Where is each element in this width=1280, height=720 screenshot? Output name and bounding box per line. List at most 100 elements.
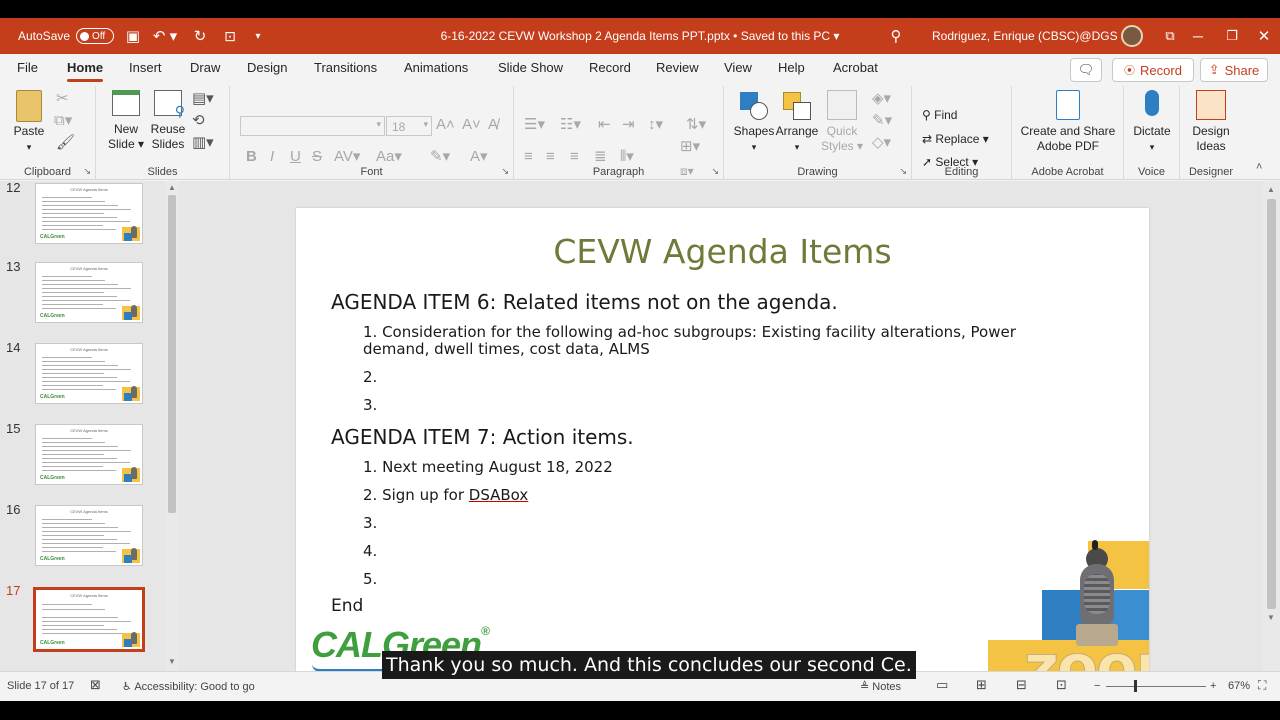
line-spacing-icon[interactable]: ↕▾ [648,116,663,134]
collapse-ribbon-icon[interactable]: ˄ [1256,158,1262,176]
autosave-toggle[interactable]: Off [76,28,115,44]
close-icon[interactable]: ✕ [1254,18,1274,54]
slide-thumbnail-13[interactable]: CEVW Agenda Items CALGreen [35,262,143,323]
tab-record[interactable]: Record [589,60,631,75]
item7-list-4[interactable]: 4. [363,543,377,560]
italic-button[interactable]: I [270,148,274,166]
scroll-down-icon[interactable]: ▼ [168,657,176,666]
fit-slide-icon[interactable]: ⛶ [1258,678,1266,693]
font-color-icon[interactable]: A▾ [470,148,488,166]
spelling-icon[interactable]: ⊠ [90,677,101,693]
tab-insert[interactable]: Insert [129,60,162,75]
tab-file[interactable]: File [17,60,38,75]
autosave-control[interactable]: AutoSave Off [18,18,115,54]
underline-button[interactable]: U [290,148,301,166]
thumbnails-scroll-thumb[interactable] [168,195,176,513]
align-right-icon[interactable]: ≡ [570,148,579,166]
strikethrough-button[interactable]: S [312,148,322,166]
bold-button[interactable]: B [246,148,257,166]
record-button[interactable]: ⦿ Record [1112,58,1194,82]
item7-list-1[interactable]: 1. Next meeting August 18, 2022 [363,459,613,476]
drawing-launcher-icon[interactable]: ↘ [899,166,907,177]
zoom-level[interactable]: 67% [1228,680,1250,692]
zoom-out-icon[interactable]: − [1094,680,1100,692]
tab-animations[interactable]: Animations [404,60,468,75]
accessibility-status[interactable]: ♿ Accessibility: Good to go [122,680,255,693]
font-launcher-icon[interactable]: ↘ [501,166,509,177]
reading-view-icon[interactable]: ⊟ [1016,677,1027,693]
item6-list-3[interactable]: 3. [363,397,377,414]
minimize-icon[interactable]: ─ [1188,18,1208,54]
format-painter-icon[interactable]: 🖌 [56,134,75,152]
agenda-item-6-heading[interactable]: AGENDA ITEM 6: Related items not on the … [331,290,838,314]
dictate-button[interactable]: Dictate ▾ [1128,90,1176,155]
restore-icon[interactable]: ❐ [1222,18,1242,54]
clipboard-launcher-icon[interactable]: ↘ [83,166,91,177]
save-icon[interactable]: ▣ [124,18,142,54]
normal-view-icon[interactable]: ▭ [936,677,948,693]
zoom-in-icon[interactable]: + [1210,680,1216,692]
slide-scroll-down-icon[interactable]: ▼ [1267,613,1275,622]
tab-acrobat[interactable]: Acrobat [833,60,878,75]
customize-toolbar-icon[interactable]: ▾ [250,18,266,54]
user-name[interactable]: Rodriguez, Enrique (CBSC)@DGS [932,18,1118,54]
ribbon-display-icon[interactable]: ⧉ [1160,18,1180,54]
reuse-slides-button[interactable]: ⚲ Reuse Slides [148,90,188,152]
change-case-icon[interactable]: Aa▾ [376,148,402,166]
increase-indent-icon[interactable]: ⇥ [622,116,635,134]
slide-canvas[interactable]: CEVW Agenda Items AGENDA ITEM 6: Related… [296,208,1149,687]
character-spacing-icon[interactable]: AV▾ [334,148,360,166]
present-icon[interactable]: ⊡ [220,18,240,54]
slide-title[interactable]: CEVW Agenda Items [296,232,1149,271]
slideshow-view-icon[interactable]: ⊡ [1056,677,1067,693]
font-family-combo[interactable]: ▾ [240,116,385,136]
tab-home[interactable]: Home [67,60,104,82]
slide-scroll-thumb[interactable] [1267,199,1276,609]
decrease-indent-icon[interactable]: ⇤ [598,116,611,134]
tab-review[interactable]: Review [656,60,699,75]
scroll-up-icon[interactable]: ▲ [168,183,176,192]
cut-icon[interactable]: ✂ [56,90,69,108]
shape-effects-icon[interactable]: ◇▾ [872,134,891,152]
item6-list-1[interactable]: 1. Consideration for the following ad-ho… [363,324,1083,358]
tab-view[interactable]: View [724,60,752,75]
dsabox-text[interactable]: DSABox [469,486,529,504]
design-ideas-button[interactable]: Design Ideas [1186,90,1236,154]
shrink-font-icon[interactable]: A˅ [462,116,481,134]
item6-list-2[interactable]: 2. [363,369,377,386]
slide-sorter-icon[interactable]: ⊞ [976,677,987,693]
end-text[interactable]: End [331,596,363,616]
create-share-pdf-button[interactable]: Create and Share Adobe PDF [1016,90,1120,154]
slide-scroll-up-icon[interactable]: ▲ [1267,185,1275,194]
justify-icon[interactable]: ≣ [594,148,607,166]
section-icon[interactable]: ▥▾ [192,134,214,152]
item7-list-5[interactable]: 5. [363,571,377,588]
grow-font-icon[interactable]: A˄ [436,116,455,134]
tab-transitions[interactable]: Transitions [314,60,377,75]
zoom-slider-thumb[interactable] [1134,680,1137,692]
share-button[interactable]: ⇪ Share [1200,58,1268,82]
highlight-icon[interactable]: ✎▾ [430,148,450,166]
new-slide-button[interactable]: New Slide ▾ [106,90,146,152]
redo-icon[interactable]: ↻ [190,18,210,54]
tab-help[interactable]: Help [778,60,805,75]
layout-icon[interactable]: ▤▾ [192,90,214,108]
agenda-item-7-heading[interactable]: AGENDA ITEM 7: Action items. [331,425,634,449]
undo-icon[interactable]: ↶ ▾ [152,18,178,54]
slide-scrollbar[interactable]: ▲ ▼ [1263,181,1280,671]
shape-outline-icon[interactable]: ✎▾ [872,112,892,130]
columns-icon[interactable]: ⫴▾ [620,148,634,166]
slide-thumbnail-15[interactable]: CEVW Agenda Items CALGreen [35,424,143,485]
zoom-slider[interactable] [1106,680,1206,692]
document-title[interactable]: 6-16-2022 CEVW Workshop 2 Agenda Items P… [380,18,900,54]
comments-button[interactable]: 🗨 [1070,58,1102,82]
find-button[interactable]: ⚲ Find [922,106,957,124]
align-text-icon[interactable]: ⊞▾ [680,138,700,156]
font-size-combo[interactable]: 18 ▾ [386,116,432,136]
tab-design[interactable]: Design [247,60,287,75]
shape-fill-icon[interactable]: ◈▾ [872,90,891,108]
paste-button[interactable]: Paste ▾ [10,90,48,155]
bullets-icon[interactable]: ☰▾ [524,116,545,134]
quick-styles-button[interactable]: Quick Styles ▾ [820,90,864,154]
replace-button[interactable]: ⇄ Replace ▾ [922,130,989,148]
